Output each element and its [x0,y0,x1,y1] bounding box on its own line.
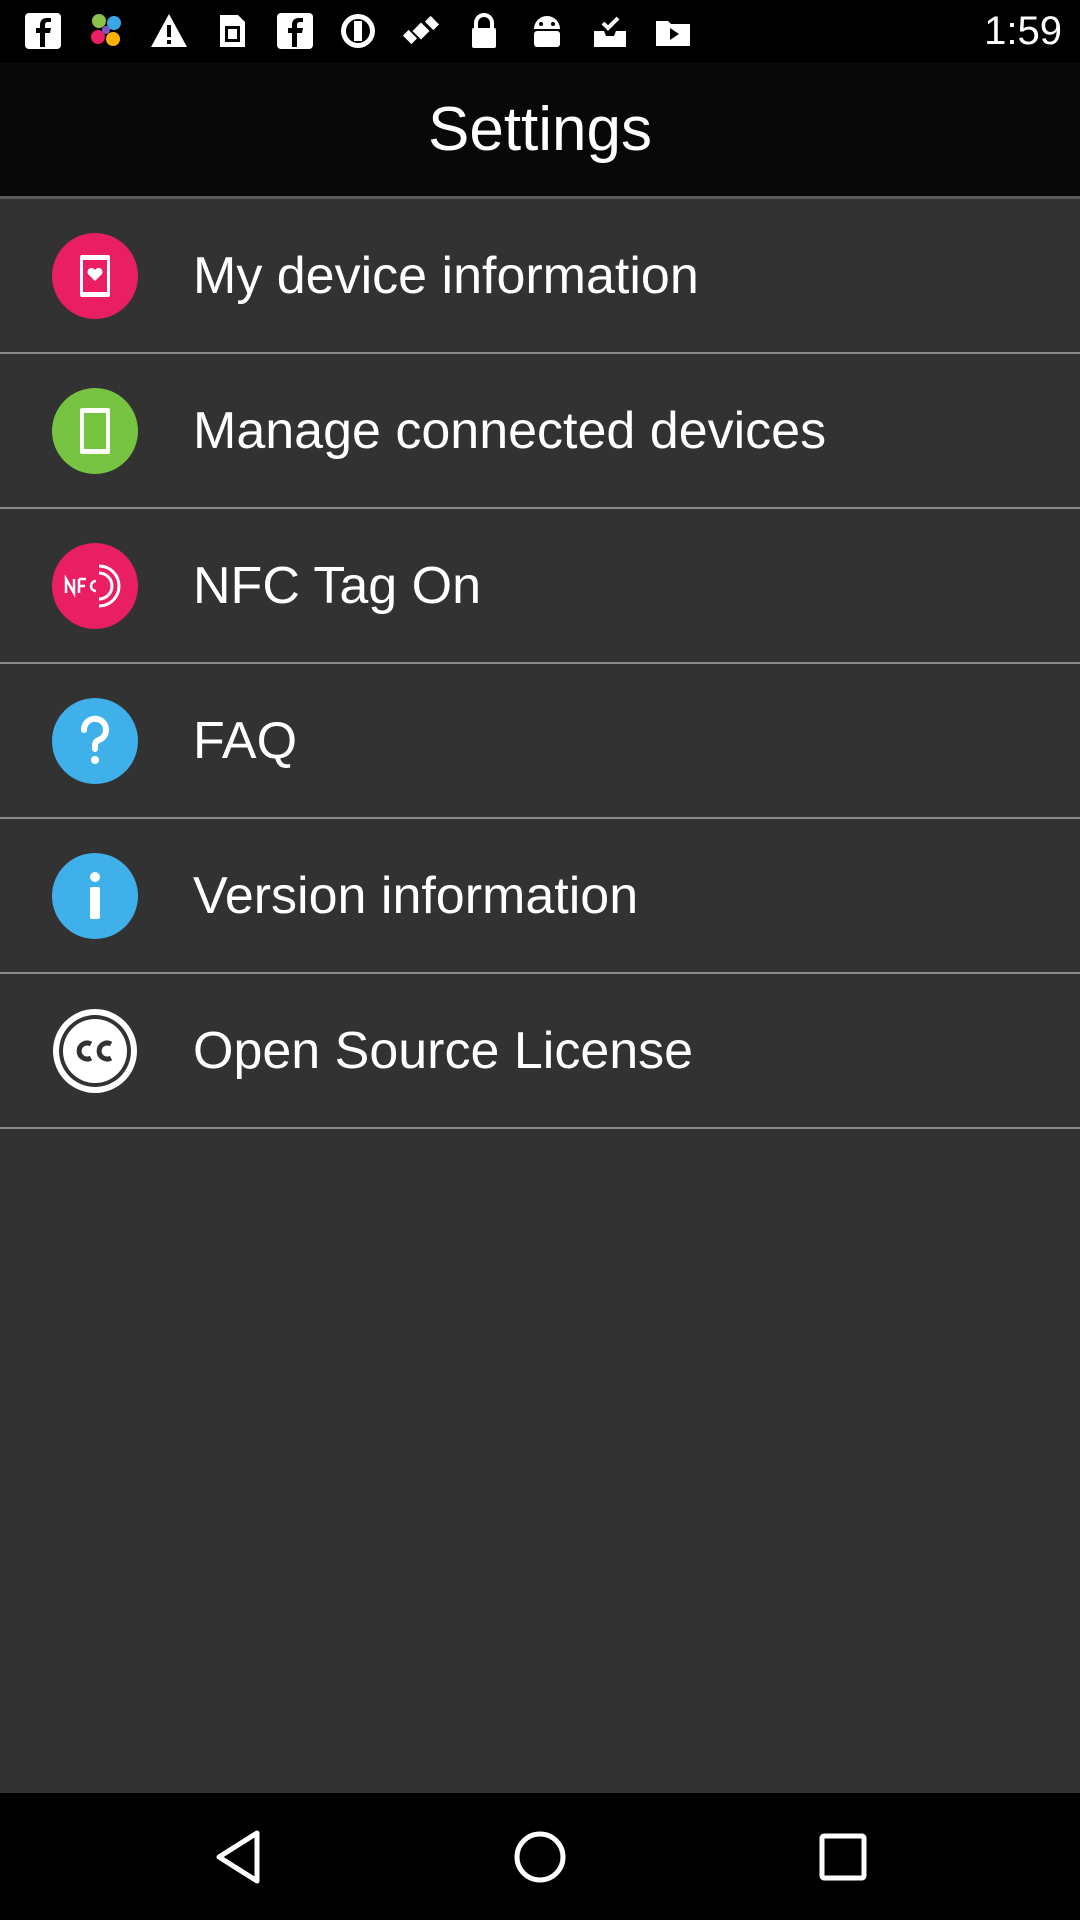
status-bar: 1:59 [0,0,1080,62]
page-title: Settings [427,94,653,164]
home-icon[interactable] [498,1815,582,1899]
notification-icons [22,9,715,53]
navigation-bar [0,1793,1080,1920]
item-label: Open Source License [193,1021,694,1080]
warning-icon [148,10,190,52]
android-icon [526,10,568,52]
creative-commons-icon [52,1008,138,1094]
facebook-icon [22,10,64,52]
my-device-information-item[interactable]: My device information [0,199,1080,354]
nfc-tag-item[interactable]: NFC Tag On [0,509,1080,664]
faq-item[interactable]: FAQ [0,664,1080,819]
pinwheel-app-icon [85,10,127,52]
tablet-icon [52,388,138,474]
open-source-license-item[interactable]: Open Source License [0,974,1080,1129]
item-label: NFC Tag On [193,556,482,615]
item-label: My device information [193,246,699,305]
video-icon [652,10,694,52]
manage-connected-devices-item[interactable]: Manage connected devices [0,354,1080,509]
facebook-icon [274,10,316,52]
question-icon [52,698,138,784]
lock-icon [463,10,505,52]
clock: 1:59 [984,9,1062,53]
item-label: Manage connected devices [193,401,827,460]
info-icon [52,853,138,939]
item-label: FAQ [193,711,298,770]
app-header: Settings [0,62,1080,196]
device-heart-icon [52,233,138,319]
sim-card-icon [211,10,253,52]
nfc-icon [52,543,138,629]
satellite-fake-gps-icon [400,10,442,52]
inbox-check-icon [589,10,631,52]
blocked-icon [337,10,379,52]
settings-list: My device information Manage connected d… [0,196,1080,1793]
recents-icon[interactable] [801,1815,885,1899]
item-label: Version information [193,866,639,925]
back-icon[interactable] [197,1815,281,1899]
version-information-item[interactable]: Version information [0,819,1080,974]
